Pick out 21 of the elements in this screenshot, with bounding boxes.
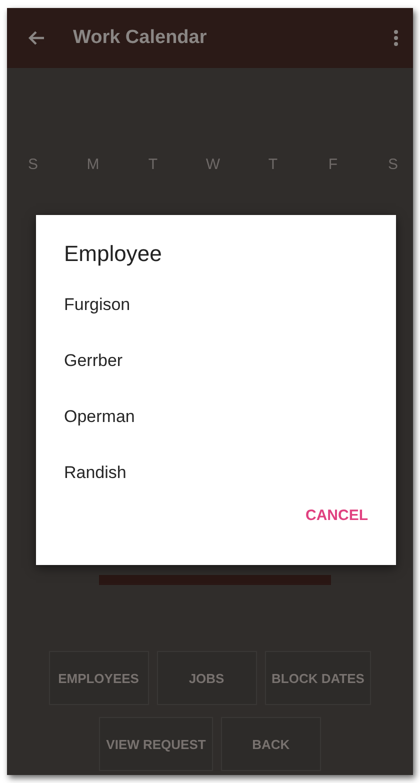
weekday-label: S (26, 156, 39, 173)
action-button[interactable]: EMPLOYEES (48, 651, 149, 705)
weekday-label: T (267, 156, 279, 173)
cancel-button[interactable]: CANCEL (306, 507, 368, 524)
weekday-label: S (386, 156, 399, 173)
employee-option[interactable]: Gerrber (64, 351, 123, 371)
weekday-label: W (205, 156, 221, 173)
weekday-label: T (147, 156, 159, 173)
action-button[interactable]: VIEW REQUEST (99, 717, 213, 771)
window-title: Work Calendar (73, 27, 208, 49)
back-icon[interactable] (27, 30, 45, 46)
dialog-title: Employee (64, 241, 163, 267)
weekday-label: M (86, 156, 100, 173)
more-icon[interactable] (393, 29, 399, 47)
employee-option[interactable]: Operman (64, 407, 135, 427)
employee-option[interactable]: Furgison (64, 295, 130, 315)
weekday-label: F (327, 156, 339, 173)
employee-option[interactable]: Randish (64, 463, 126, 483)
action-button[interactable]: BACK (220, 717, 321, 771)
action-button[interactable]: BLOCK DATES (264, 651, 372, 705)
action-button[interactable]: JOBS (156, 651, 257, 705)
